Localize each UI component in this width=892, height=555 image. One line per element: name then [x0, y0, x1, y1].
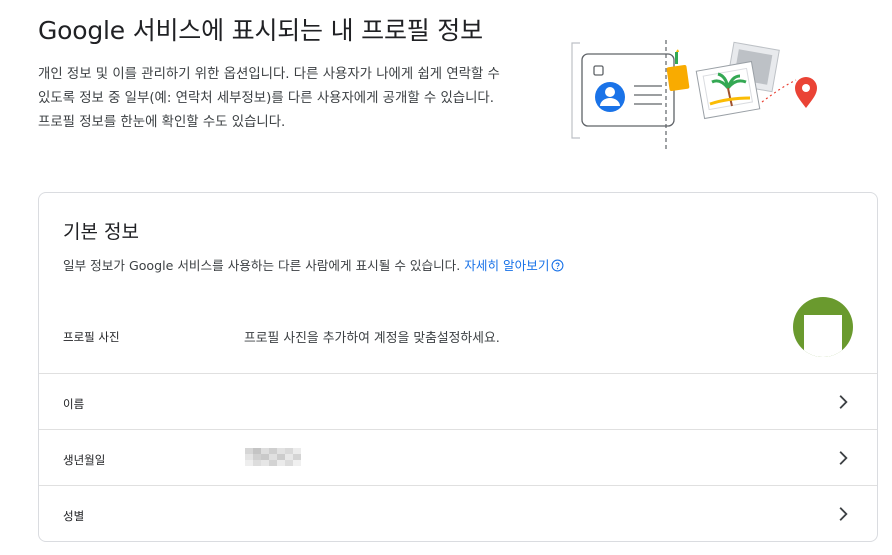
avatar-placeholder — [804, 315, 842, 357]
avatar[interactable] — [793, 297, 853, 357]
birthday-label: 생년월일 — [63, 453, 106, 467]
birthday-row[interactable]: 생년월일 — [39, 429, 877, 485]
learn-more-link[interactable]: 자세히 알아보기 — [464, 258, 564, 273]
chevron-right-icon — [839, 507, 848, 521]
basic-info-card: 기본 정보 일부 정보가 Google 서비스를 사용하는 다른 사람에게 표시… — [38, 192, 878, 542]
basic-info-title: 기본 정보 — [63, 221, 139, 243]
learn-more-label: 자세히 알아보기 — [464, 258, 550, 273]
profile-photo-label: 프로필 사진 — [63, 330, 120, 344]
profile-photo-row[interactable]: 프로필 사진 프로필 사진을 추가하여 계정을 맞춤설정하세요. — [39, 301, 877, 373]
birthday-value-redacted — [245, 448, 301, 466]
basic-info-description: 일부 정보가 Google 서비스를 사용하는 다른 사람에게 표시될 수 있습… — [63, 255, 564, 274]
gender-label: 성별 — [63, 509, 85, 523]
chevron-right-icon — [839, 395, 848, 409]
basic-info-description-text: 일부 정보가 Google 서비스를 사용하는 다른 사람에게 표시될 수 있습… — [63, 258, 461, 273]
name-row[interactable]: 이름 — [39, 373, 877, 429]
profile-photo-value: 프로필 사진을 추가하여 계정을 맞춤설정하세요. — [244, 331, 500, 346]
page-description: 개인 정보 및 이를 관리하기 위한 옵션입니다. 다른 사용자가 나에게 쉽게… — [38, 67, 500, 130]
chevron-right-icon — [839, 451, 848, 465]
help-circle-icon — [551, 259, 564, 272]
name-label: 이름 — [63, 397, 85, 411]
page-title: Google 서비스에 표시되는 내 프로필 정보 — [38, 16, 483, 45]
gender-row[interactable]: 성별 — [39, 485, 877, 541]
page-header: Google 서비스에 표시되는 내 프로필 정보 개인 정보 및 이를 관리하… — [38, 14, 508, 135]
profile-illustration — [571, 40, 817, 150]
